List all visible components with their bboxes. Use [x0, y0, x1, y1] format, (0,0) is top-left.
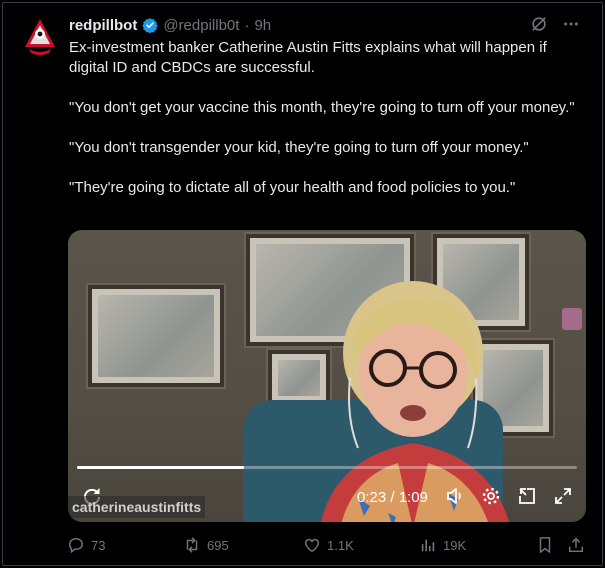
more-icon[interactable] — [562, 15, 580, 38]
view-count: 19K — [443, 537, 467, 553]
post-paragraph: "You don't transgender your kid, they're… — [69, 139, 529, 156]
reply-button[interactable]: 73 — [67, 533, 105, 557]
reply-count: 73 — [91, 537, 106, 553]
bookmark-icon — [539, 537, 551, 553]
settings-icon[interactable] — [481, 486, 501, 511]
bookmark-button[interactable] — [536, 533, 554, 557]
wall-picture — [88, 285, 224, 387]
post-paragraph: "You don't get your vaccine this month, … — [69, 99, 575, 116]
views-icon — [421, 539, 435, 552]
video-watermark: catherineaustinfitts — [68, 496, 206, 518]
views-button[interactable]: 19K — [419, 533, 466, 557]
post-paragraph: Ex-investment banker Catherine Austin Fi… — [69, 39, 547, 76]
timestamp[interactable]: 9h — [254, 17, 271, 34]
post-text: Ex-investment banker Catherine Austin Fi… — [69, 38, 589, 218]
progress-bar[interactable] — [77, 466, 577, 469]
redpill-logo-icon — [19, 15, 61, 57]
user-handle[interactable]: @redpillb0t — [163, 17, 239, 34]
grok-icon[interactable] — [530, 15, 548, 38]
post-paragraph: "They're going to dictate all of your he… — [69, 179, 516, 196]
meta-separator: · — [244, 16, 250, 34]
action-bar: 73 695 1.1K 19K — [67, 533, 587, 557]
share-button[interactable] — [567, 533, 585, 557]
pip-icon[interactable] — [517, 486, 537, 511]
progress-fill — [77, 466, 244, 469]
like-count: 1.1K — [327, 537, 354, 553]
verified-badge-icon — [142, 18, 159, 33]
avatar[interactable] — [19, 15, 61, 57]
post-card[interactable]: redpillbot @redpillb0t · 9h Ex-investmen… — [2, 2, 603, 566]
share-icon — [568, 537, 584, 553]
volume-icon[interactable] — [445, 486, 465, 511]
speaker — [321, 281, 509, 522]
like-icon — [304, 538, 320, 553]
fullscreen-icon[interactable] — [553, 486, 573, 511]
repost-count: 695 — [207, 537, 229, 553]
repost-button[interactable]: 695 — [183, 533, 229, 557]
post-header: redpillbot @redpillb0t · 9h — [69, 15, 271, 35]
display-name[interactable]: redpillbot — [69, 17, 137, 34]
repost-icon — [186, 537, 198, 553]
wall-object — [562, 308, 582, 330]
video-player[interactable]: catherineaustinfitts 0:23 / 1:09 — [68, 230, 586, 522]
like-button[interactable]: 1.1K — [303, 533, 354, 557]
reply-icon — [68, 537, 84, 554]
video-time: 0:23 / 1:09 — [357, 489, 428, 506]
